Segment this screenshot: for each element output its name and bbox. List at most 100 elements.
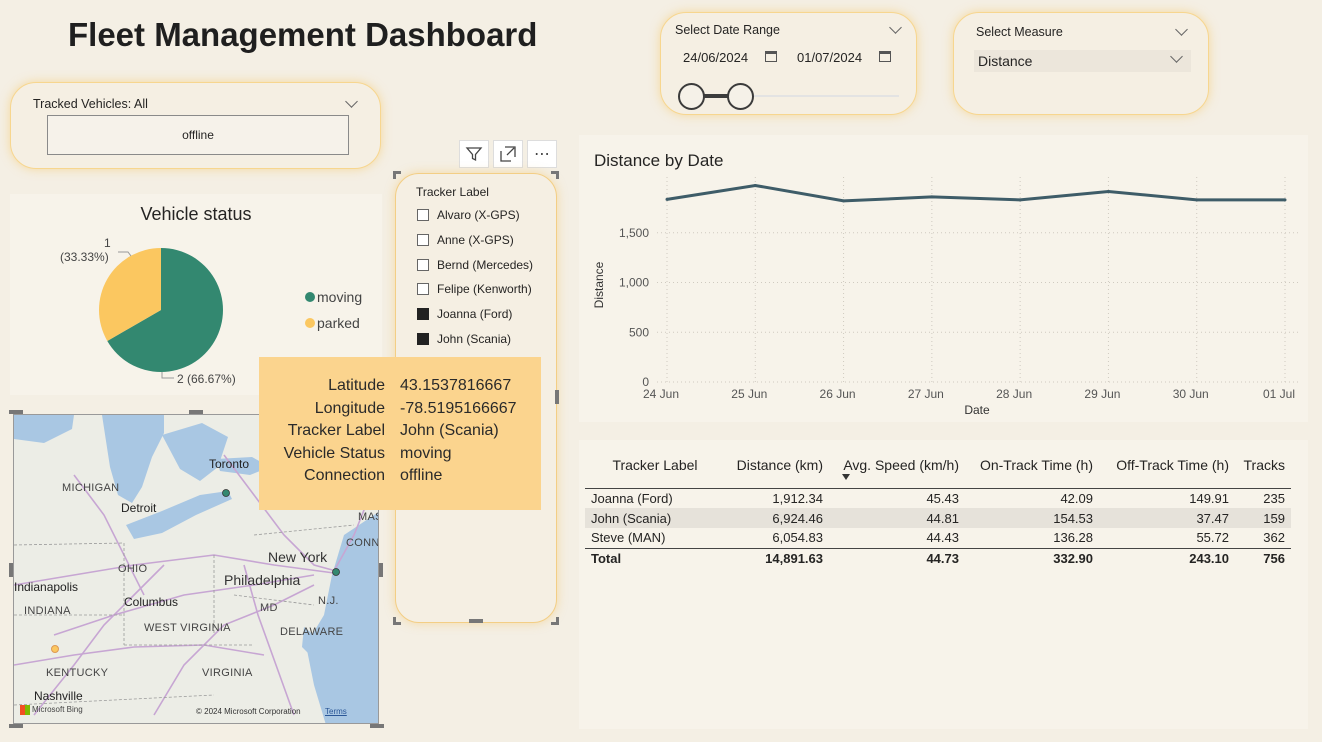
measure-slicer: Select Measure Distance: [953, 12, 1209, 115]
tracker-option[interactable]: Joanna (Ford): [417, 306, 512, 322]
tooltip-key: Vehicle Status: [283, 444, 385, 462]
column-header[interactable]: Tracks: [1235, 442, 1291, 489]
tracked-vehicles-slicer[interactable]: Tracked Vehicles: All offline: [10, 82, 381, 169]
date-to-input[interactable]: 01/07/2024: [797, 50, 862, 65]
tracker-option[interactable]: Bernd (Mercedes): [417, 257, 533, 273]
map-terms-link[interactable]: Terms: [325, 707, 347, 716]
tracker-option[interactable]: Alvaro (X-GPS): [417, 207, 520, 223]
tracker-option-label: John (Scania): [437, 332, 512, 346]
data-point[interactable]: [753, 183, 757, 187]
map-copyright: © 2024 Microsoft Corporation: [196, 707, 301, 716]
ellipsis-icon: ⋯: [534, 146, 550, 163]
table-cell: 42.09: [965, 488, 1099, 508]
resize-handle[interactable]: [555, 390, 559, 404]
map-label-indiana: INDIANA: [24, 605, 71, 617]
measure-label: Select Measure: [976, 25, 1063, 39]
more-options-button[interactable]: ⋯: [527, 140, 557, 168]
microsoft-logo-icon: [20, 705, 30, 715]
table-cell: 362: [1235, 528, 1291, 548]
map-bing-credit: Microsoft Bing: [32, 705, 83, 714]
tracked-vehicles-value[interactable]: offline: [47, 115, 349, 155]
data-point[interactable]: [842, 199, 846, 203]
data-table: Tracker Label Distance (km) Avg. Speed (km…: [585, 442, 1291, 568]
range-slider-start-handle[interactable]: [678, 83, 705, 110]
series-line[interactable]: [666, 183, 1285, 203]
column-header[interactable]: Distance (km): [725, 442, 829, 489]
resize-handle[interactable]: [370, 724, 384, 728]
total-cell: 243.10: [1099, 547, 1235, 568]
tracker-option[interactable]: Felipe (Kenworth): [417, 281, 532, 297]
legend-moving[interactable]: moving: [317, 289, 362, 305]
vehicle-marker-joanna[interactable]: [51, 645, 59, 653]
column-header[interactable]: Off-Track Time (h): [1099, 442, 1235, 489]
tooltip-key: Latitude: [328, 377, 385, 394]
map-label-md: MD: [260, 602, 278, 614]
map-label-virginia: VIRGINIA: [202, 667, 253, 679]
tracker-checkbox[interactable]: [417, 283, 429, 296]
tooltip-key: Tracker Label: [287, 422, 385, 439]
tooltip-value: -78.5195166667: [400, 399, 517, 417]
resize-handle[interactable]: [551, 617, 559, 625]
tracker-option[interactable]: Anne (X-GPS): [417, 232, 514, 248]
table-row[interactable]: John (Scania) 6,924.46 44.81 154.53 37.47 159: [585, 508, 1291, 528]
tracker-checkbox[interactable]: [417, 308, 429, 321]
table-row[interactable]: Joanna (Ford) 1,912.34 45.43 42.09 149.91 235: [585, 488, 1291, 508]
tooltip-value: offline: [400, 467, 443, 484]
tracker-checkbox[interactable]: [417, 233, 429, 246]
resize-handle[interactable]: [9, 724, 23, 728]
data-point[interactable]: [1283, 198, 1287, 202]
tracker-option-label: Anne (X-GPS): [437, 232, 514, 247]
data-point[interactable]: [930, 195, 934, 199]
tracker-checkbox[interactable]: [417, 209, 429, 221]
column-header[interactable]: On-Track Time (h): [965, 442, 1099, 489]
table-cell: 44.43: [829, 528, 965, 548]
pie-label-moving: 2 (66.67%): [177, 372, 236, 386]
resize-handle[interactable]: [9, 410, 23, 414]
calendar-icon[interactable]: [879, 51, 891, 62]
table-row[interactable]: Steve (MAN) 6,054.83 44.43 136.28 55.72 362: [585, 528, 1291, 548]
tracked-vehicles-label: Tracked Vehicles: All: [33, 97, 148, 111]
tracker-option-label: Joanna (Ford): [437, 307, 513, 322]
x-tick-label: 28 Jun: [996, 387, 1032, 401]
x-tick-label: 01 Jul: [1263, 387, 1295, 401]
data-point[interactable]: [1106, 189, 1110, 193]
resize-handle[interactable]: [469, 619, 483, 623]
expand-icon: [500, 146, 516, 162]
range-slider-end-handle[interactable]: [727, 83, 754, 110]
calendar-icon[interactable]: [765, 51, 777, 62]
vehicle-marker-steve[interactable]: [332, 568, 340, 576]
data-point[interactable]: [1195, 198, 1199, 202]
chevron-down-icon[interactable]: [889, 21, 902, 34]
tracker-option-label: Felipe (Kenworth): [437, 282, 532, 297]
data-point[interactable]: [665, 197, 669, 201]
filter-button[interactable]: [459, 140, 489, 168]
total-cell: 756: [1235, 547, 1291, 568]
tracker-option[interactable]: John (Scania): [417, 331, 511, 347]
x-tick-label: 27 Jun: [908, 387, 944, 401]
vehicle-marker-john[interactable]: [222, 489, 230, 497]
map-label-delaware: DELAWARE: [280, 626, 344, 638]
resize-handle[interactable]: [9, 563, 13, 577]
column-header[interactable]: Tracker Label: [585, 442, 725, 489]
chevron-down-icon[interactable]: [345, 95, 358, 108]
tracker-checkbox[interactable]: [417, 258, 429, 271]
data-point[interactable]: [1018, 198, 1022, 202]
resize-handle[interactable]: [393, 617, 401, 625]
sort-desc-icon[interactable]: [842, 474, 850, 480]
chevron-down-icon[interactable]: [1175, 23, 1188, 36]
resize-handle[interactable]: [379, 563, 383, 577]
resize-handle[interactable]: [189, 410, 203, 414]
tracker-checkbox[interactable]: [417, 333, 429, 345]
focus-mode-button[interactable]: [493, 140, 523, 168]
table-cell: 136.28: [965, 528, 1099, 548]
legend-parked[interactable]: parked: [317, 315, 360, 331]
table-total-row: Total 14,891.63 44.73 332.90 243.10 756: [585, 547, 1291, 568]
column-header[interactable]: Avg. Speed (km/h): [829, 442, 965, 489]
measure-dropdown[interactable]: Distance: [974, 50, 1191, 72]
resize-handle[interactable]: [551, 171, 559, 179]
table-cell: 45.43: [829, 488, 965, 508]
measure-value: Distance: [978, 53, 1033, 69]
resize-handle[interactable]: [393, 171, 401, 179]
date-from-input[interactable]: 24/06/2024: [683, 50, 748, 65]
table-cell: 6,054.83: [725, 528, 829, 548]
